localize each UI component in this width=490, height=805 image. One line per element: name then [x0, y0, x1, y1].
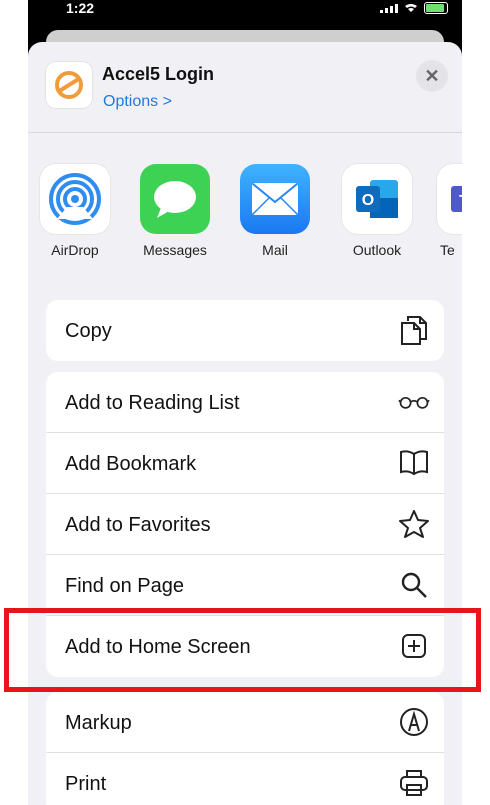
app-label: Mail — [262, 242, 288, 258]
status-icons — [380, 2, 448, 14]
action-label: Markup — [65, 712, 132, 734]
page-title: Accel5 Login — [102, 64, 215, 84]
action-find-on-page[interactable]: Find on Page — [46, 555, 444, 616]
divider — [28, 132, 462, 133]
app-label: Te — [440, 242, 455, 258]
copy-icon — [398, 314, 430, 346]
app-label: Messages — [143, 242, 207, 258]
app-icon — [46, 62, 92, 108]
teams-icon: T — [437, 164, 462, 234]
share-header: Accel5 Login Options > ✕ — [28, 42, 462, 132]
action-print[interactable]: Print — [46, 753, 444, 805]
action-reading-list[interactable]: Add to Reading List — [46, 372, 444, 433]
action-label: Add to Reading List — [65, 392, 240, 414]
status-bar: 1:22 — [28, 0, 462, 34]
printer-icon — [398, 767, 430, 799]
close-button[interactable]: ✕ — [416, 60, 448, 92]
outlook-glyph: O — [362, 192, 374, 209]
highlight-box — [4, 608, 481, 692]
app-mail[interactable]: Mail — [235, 164, 315, 258]
signal-icon — [380, 3, 398, 13]
app-teams[interactable]: T Te — [437, 164, 462, 258]
wifi-icon — [405, 4, 417, 12]
airdrop-icon — [40, 164, 110, 234]
status-time: 1:22 — [66, 0, 95, 16]
action-group-copy: Copy — [46, 300, 444, 361]
markup-icon — [398, 706, 430, 738]
messages-icon — [140, 164, 210, 234]
action-label: Find on Page — [65, 575, 184, 597]
app-outlook[interactable]: O Outlook — [337, 164, 417, 258]
action-copy[interactable]: Copy — [46, 300, 444, 361]
action-group-bottom: Markup Print — [46, 692, 444, 805]
glasses-icon — [398, 386, 430, 418]
action-markup[interactable]: Markup — [46, 692, 444, 753]
options-link[interactable]: Options > — [103, 93, 172, 111]
accel5-logo-icon — [55, 71, 83, 99]
action-add-favorites[interactable]: Add to Favorites — [46, 494, 444, 555]
star-icon — [398, 508, 430, 540]
app-airdrop[interactable]: AirDrop — [35, 164, 115, 258]
app-messages[interactable]: Messages — [135, 164, 215, 258]
book-icon — [398, 447, 430, 479]
action-label: Copy — [65, 320, 112, 342]
app-label: AirDrop — [51, 242, 99, 258]
app-label: Outlook — [352, 242, 402, 258]
outlook-icon: O — [342, 164, 412, 234]
action-label: Add Bookmark — [65, 453, 197, 475]
app-row: AirDrop Messages Mail O Outlook Te — [28, 164, 462, 264]
mail-icon — [240, 164, 310, 234]
action-add-bookmark[interactable]: Add Bookmark — [46, 433, 444, 494]
search-icon — [398, 569, 430, 601]
battery-icon — [424, 2, 448, 14]
action-label: Add to Favorites — [65, 514, 211, 536]
teams-glyph: T — [459, 193, 462, 210]
action-label: Print — [65, 773, 107, 795]
